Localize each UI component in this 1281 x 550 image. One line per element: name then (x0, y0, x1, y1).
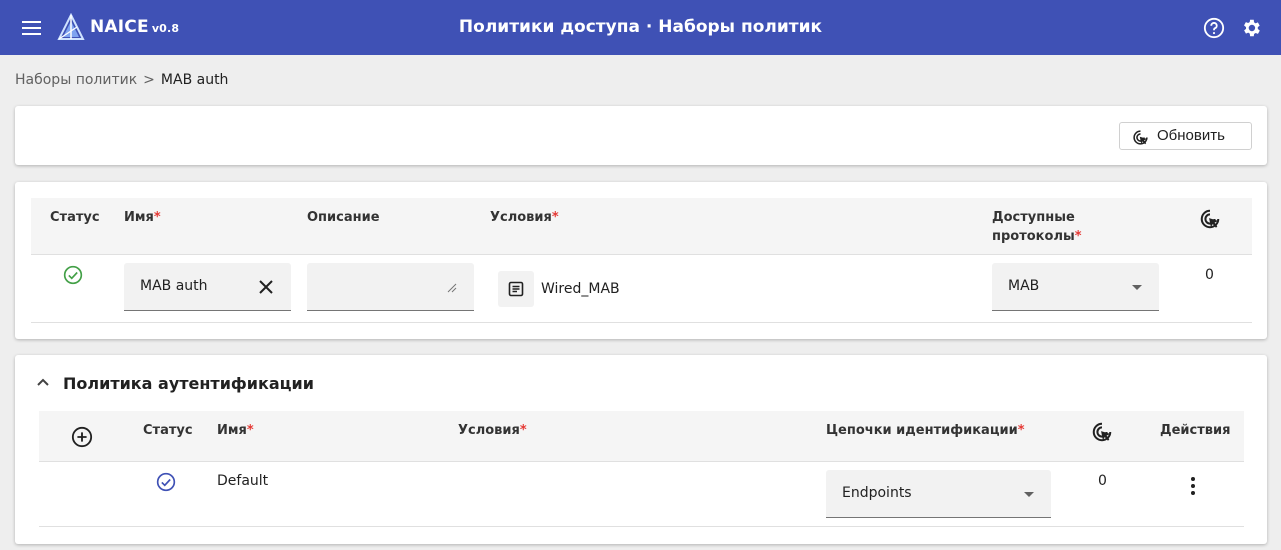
col-description: Описание (307, 210, 380, 225)
breadcrumb-parent[interactable]: Наборы политик (15, 72, 137, 88)
col-status: Статус (143, 423, 193, 438)
policy-name[interactable]: Default (217, 473, 268, 489)
toolbar-card: Обновить (15, 106, 1267, 165)
identity-chain-select-value: Endpoints (842, 485, 912, 501)
col-name: Имя* (217, 423, 254, 438)
table-row: Default Endpoints 0 (39, 462, 1244, 527)
protocol-select[interactable]: MAB (992, 263, 1159, 311)
col-status: Статус (50, 210, 100, 225)
policy-set-card: Статус Имя* Описание Условия* Доступные … (15, 182, 1267, 339)
refresh-button[interactable]: Обновить (1119, 122, 1252, 150)
close-icon[interactable] (258, 279, 274, 295)
refresh-button-label: Обновить (1157, 127, 1225, 144)
col-chains: Цепочки идентификации* (826, 423, 1025, 438)
col-actions: Действия (1160, 423, 1231, 438)
check-circle-icon (156, 472, 176, 492)
document-icon (508, 281, 524, 297)
gear-icon[interactable] (1240, 17, 1262, 39)
identity-chain-select[interactable]: Endpoints (826, 470, 1051, 518)
col-protocols: Доступные протоколы* (992, 210, 1082, 244)
plus-circle-icon[interactable] (71, 426, 93, 448)
description-field[interactable] (307, 263, 474, 311)
cursor-click-icon (1200, 209, 1220, 229)
col-name: Имя* (124, 210, 161, 225)
hit-count: 0 (1205, 267, 1214, 283)
help-circle-icon[interactable] (1203, 17, 1225, 39)
chevron-down-icon (1132, 285, 1142, 290)
breadcrumb-current: MAB auth (160, 72, 229, 88)
col-conditions: Условия* (490, 210, 559, 225)
section-title: Политика аутентификации (63, 374, 314, 393)
refresh-cursor-icon (1133, 130, 1148, 145)
table-row: MAB auth Wired_MAB MAB 0 (31, 255, 1252, 323)
app-header: NAICE v0.8 Политики доступа · Наборы поли… (0, 0, 1281, 55)
breadcrumb-separator: > (143, 72, 155, 88)
policy-set-table-header: Статус Имя* Описание Условия* Доступные … (31, 198, 1252, 255)
breadcrumb: Наборы политик > MAB auth (15, 72, 228, 88)
name-field-value: MAB auth (140, 278, 208, 294)
condition-chip[interactable] (498, 271, 534, 307)
resize-handle-icon[interactable] (447, 283, 457, 293)
hit-count: 0 (1098, 473, 1107, 489)
check-circle-icon (63, 265, 83, 285)
more-vertical-icon[interactable] (1185, 476, 1201, 496)
chevron-down-icon (1024, 492, 1034, 497)
auth-policy-card: Политика аутентификации Статус Имя* Усло… (15, 355, 1267, 544)
protocol-select-value: MAB (1008, 278, 1040, 294)
auth-policy-table-header: Статус Имя* Условия* Цепочки идентификац… (39, 411, 1244, 462)
name-field[interactable]: MAB auth (124, 263, 291, 311)
page-title: Политики доступа · Наборы политик (458, 17, 823, 37)
col-conditions: Условия* (458, 423, 527, 438)
condition-name[interactable]: Wired_MAB (541, 281, 620, 297)
chevron-up-icon[interactable] (35, 375, 51, 391)
cursor-click-icon (1092, 422, 1112, 442)
